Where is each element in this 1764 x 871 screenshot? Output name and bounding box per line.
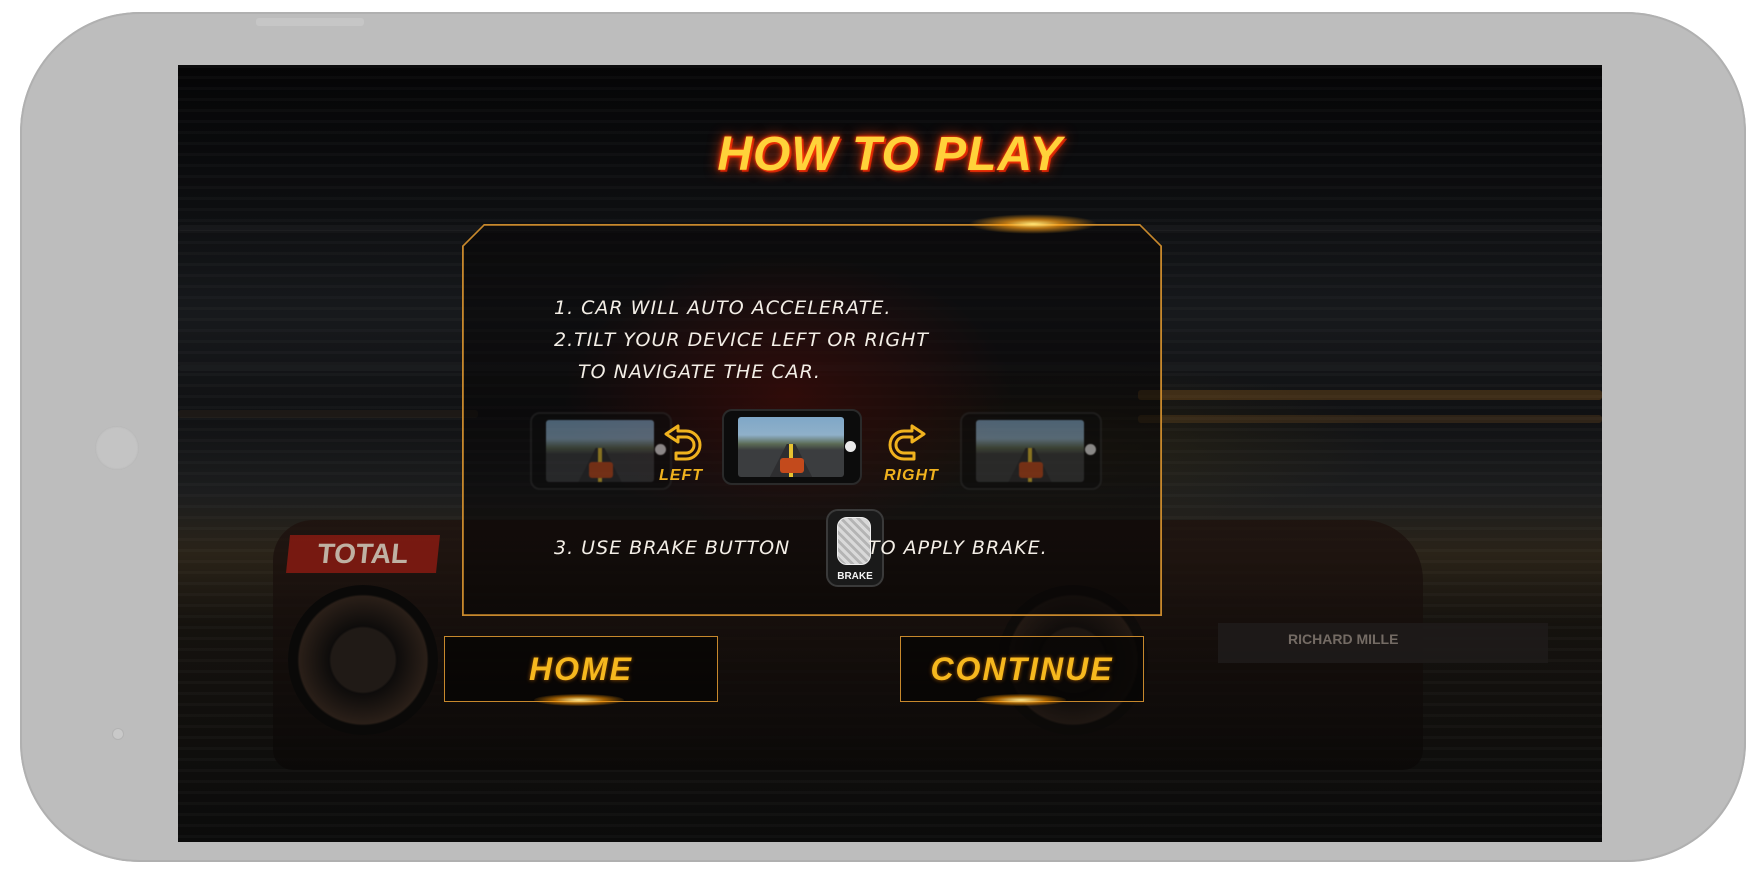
phone-tilted-left [530,412,672,490]
phone-center [722,409,862,485]
home-button[interactable]: HOME [444,636,718,702]
instruction-step-2-cont: TO NAVIGATE THE CAR. [578,361,821,383]
instruction-step-3-cont: TO APPLY BRAKE. [868,537,1048,559]
phone-tilted-right [960,412,1102,490]
rotate-left-icon [664,424,702,461]
continue-button-label: CONTINUE [930,650,1114,687]
device-top-button [256,18,364,26]
rotate-right-icon [888,424,926,461]
continue-button[interactable]: CONTINUE [900,636,1144,702]
game-screen: TOTAL RICHARD MILLE HOW TO PLAY 1. CAR W… [178,65,1602,842]
car-sponsor-logo: TOTAL [286,535,440,573]
motion-streak [1138,415,1602,423]
home-button-label: HOME [529,650,633,687]
proximity-sensor [112,728,124,740]
instruction-step-2: 2.TILT YOUR DEVICE LEFT OR RIGHT [554,329,929,351]
instruction-step-1: 1. CAR WILL AUTO ACCELERATE. [554,297,892,319]
page-title: HOW TO PLAY [717,128,1063,181]
instruction-step-3: 3. USE BRAKE BUTTON [554,537,791,559]
motion-streak [1138,390,1602,400]
motion-streak [178,410,478,418]
panel-glow [968,214,1098,234]
brake-label: BRAKE [837,571,873,582]
rear-wheel [288,585,438,735]
right-label: RIGHT [884,467,939,484]
front-camera [95,426,139,470]
device-frame: TOTAL RICHARD MILLE HOW TO PLAY 1. CAR W… [20,12,1746,862]
wing-sponsor-text: RICHARD MILLE [1288,631,1399,647]
left-label: LEFT [659,467,703,484]
continue-button-glow [976,694,1066,706]
home-button-glow [534,694,624,706]
